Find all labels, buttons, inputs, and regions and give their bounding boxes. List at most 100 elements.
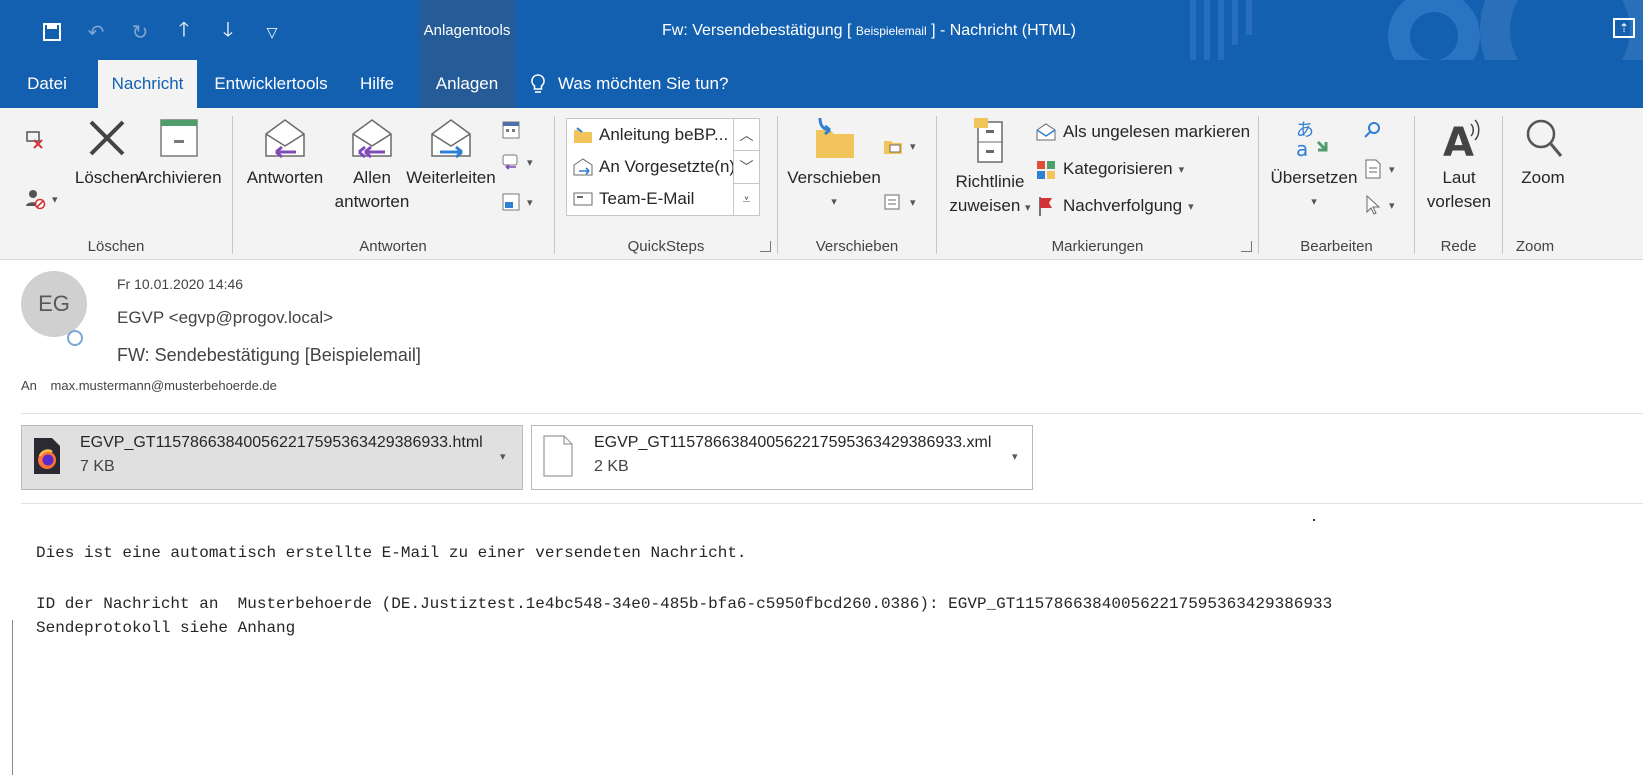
attachment-dropdown-icon[interactable]: ▾: [1012, 450, 1018, 463]
message-subject: FW: Sendebestätigung [Beispielemail]: [117, 345, 421, 365]
delete-label: Löschen: [74, 168, 140, 187]
attachment-name: EGVP_GT1157866384005622175953634293869​3…: [80, 434, 483, 451]
svg-text:a: a: [1296, 137, 1308, 160]
tab-hilfe[interactable]: Hilfe: [352, 60, 402, 108]
body-line: Dies ist eine automatisch erstellte E-Ma…: [36, 544, 747, 562]
group-label-bearbeiten: Bearbeiten: [1300, 238, 1373, 255]
delete-x-icon: [89, 120, 125, 156]
move-button[interactable]: Verschieben ▾: [784, 116, 884, 214]
presence-status-icon: [67, 330, 83, 346]
ignore-button[interactable]: [24, 128, 46, 150]
ignore-icon: [26, 131, 43, 149]
tab-nachricht[interactable]: Nachricht: [98, 60, 197, 108]
reply-all-label-1: Allen: [353, 168, 391, 187]
translate-button[interactable]: あa Übersetzen ▾: [1267, 116, 1361, 214]
save-icon[interactable]: [30, 18, 74, 46]
customize-qat-icon[interactable]: ▽: [250, 18, 294, 46]
delete-button[interactable]: Löschen: [72, 116, 142, 190]
find-button[interactable]: [1363, 120, 1383, 140]
quickstep-label: Team-E-Mail: [599, 189, 695, 208]
reply-all-button[interactable]: Allen antworten: [329, 116, 415, 214]
assign-policy-label-1: Richtlinie: [955, 172, 1025, 191]
group-zoom: Zoom Zoom: [1503, 108, 1643, 260]
categorize-label: Kategorisieren: [1063, 159, 1173, 178]
more-respond-icon: [502, 193, 520, 211]
meeting-button[interactable]: [501, 120, 521, 140]
group-label-quicksteps: QuickSteps: [627, 238, 705, 255]
arrow-down-icon[interactable]: 🡓: [206, 18, 250, 46]
read-aloud-button[interactable]: A Laut vorlesen: [1419, 116, 1499, 214]
attachment-dropdown-icon[interactable]: ▾: [500, 450, 506, 463]
group-rede: A Laut vorlesen Rede: [1415, 108, 1502, 260]
follow-up-button[interactable]: Nachverfolgung ▾: [1035, 195, 1194, 217]
translate-label: Übersetzen: [1270, 168, 1358, 187]
translate-icon: あa: [1296, 120, 1328, 160]
window-title-prefix: Fw: Versendebestätigung [: [662, 22, 852, 39]
group-markierungen: Richtlinie zuweisen ▾ Als ungelesen mark…: [937, 108, 1258, 260]
body-line: Sendeprotokoll siehe Anhang: [36, 619, 296, 637]
magnifier-icon: [1526, 119, 1563, 157]
search-icon: [1364, 122, 1380, 138]
tab-entwicklertools[interactable]: Entwicklertools: [208, 60, 334, 108]
quicksteps-scroll-up[interactable]: ︿: [734, 119, 759, 152]
im-reply-button[interactable]: ▾: [501, 152, 533, 172]
quickstep-item[interactable]: Team-E-Mail: [567, 183, 759, 215]
more-respond-button[interactable]: ▾: [501, 192, 533, 212]
assign-policy-label-2: zuweisen: [949, 196, 1021, 215]
reply-all-label-2: antworten: [334, 192, 410, 211]
markierungen-launcher[interactable]: [1241, 241, 1252, 252]
calendar-icon: [502, 121, 520, 139]
read-aloud-icon: A: [1443, 119, 1480, 160]
file-icon: [543, 435, 573, 477]
recipient-label: An: [21, 378, 37, 393]
zoom-button[interactable]: Zoom: [1513, 116, 1573, 190]
redo-icon[interactable]: ↻: [118, 18, 162, 46]
related-button[interactable]: ▾: [1363, 158, 1395, 180]
message-sender[interactable]: EGVP <egvp@progov.local>: [117, 308, 333, 328]
undo-icon[interactable]: ↶: [74, 18, 118, 46]
forward-button[interactable]: Weiterleiten: [405, 116, 497, 190]
quickstep-item[interactable]: An Vorgesetzte(n): [567, 151, 759, 183]
quicksteps-scroll-down[interactable]: ﹀: [734, 151, 759, 184]
attachment-html[interactable]: EGVP_GT1157866384005622175953634293869​3…: [21, 425, 523, 490]
reply-all-icon: [352, 119, 392, 159]
folder-move-icon: [574, 127, 592, 143]
header-divider: [21, 413, 1643, 414]
reply-button[interactable]: Antworten: [245, 116, 325, 190]
mark-unread-button[interactable]: Als ungelesen markieren: [1035, 122, 1250, 142]
ribbon-tab-row: Datei Nachricht Entwicklertools Hilfe An…: [0, 60, 1643, 108]
window-title-suffix: ] - Nachricht (HTML): [931, 22, 1076, 39]
window-title-small: Beispielemail: [855, 24, 927, 38]
tab-datei[interactable]: Datei: [22, 60, 72, 108]
quickstep-item[interactable]: Anleitung beBP...: [567, 119, 759, 151]
decorative-circle: [1388, 0, 1480, 60]
document-icon: [1365, 159, 1381, 179]
firefox-icon: [34, 438, 60, 474]
actions-button[interactable]: ▾: [882, 192, 916, 212]
envelope-unread-icon: [1036, 123, 1056, 141]
attachment-xml[interactable]: EGVP_GT1157866384005622175953634293869​3…: [531, 425, 1033, 490]
categorize-button[interactable]: Kategorisieren ▾: [1035, 159, 1184, 179]
recipient-address[interactable]: max.mustermann@musterbehoerde.de: [51, 378, 277, 393]
cleanup-button[interactable]: ▾: [24, 188, 58, 210]
forward-icon: [431, 119, 471, 159]
select-button[interactable]: ▾: [1363, 194, 1395, 216]
assign-policy-button[interactable]: Richtlinie zuweisen ▾: [945, 116, 1035, 220]
decorative-bars: [1190, 0, 1252, 60]
ribbon: ▾ Löschen Archivieren Löschen Antworten …: [0, 108, 1643, 260]
quicksteps-launcher[interactable]: [760, 241, 771, 252]
group-label-zoom: Zoom: [1515, 238, 1555, 255]
tab-anlagen[interactable]: Anlagen: [419, 60, 515, 108]
quicksteps-expand[interactable]: ⩡: [734, 184, 759, 215]
rules-icon: [884, 141, 902, 154]
mark-unread-label: Als ungelesen markieren: [1063, 122, 1251, 141]
tell-me-box[interactable]: Was möchten Sie tun?: [530, 60, 728, 108]
move-label: Verschieben: [787, 168, 881, 187]
group-label-markierungen: Markierungen: [1051, 238, 1144, 255]
quickstep-label: An Vorgesetzte(n): [599, 157, 736, 176]
rules-button[interactable]: ▾: [882, 136, 916, 156]
ribbon-display-options-button[interactable]: ⇡: [1613, 18, 1635, 38]
arrow-up-icon[interactable]: 🡑: [162, 18, 206, 46]
archive-button[interactable]: Archivieren: [136, 116, 222, 190]
cursor-icon: [1366, 194, 1381, 215]
